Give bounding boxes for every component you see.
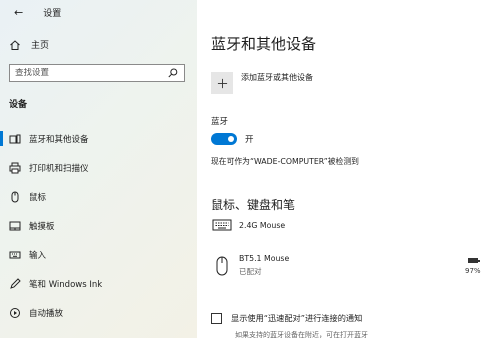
sidebar-item-label: 输入: [29, 250, 47, 261]
page-title: 蓝牙和其他设备: [211, 35, 317, 53]
touchpad-icon: [9, 220, 21, 232]
section-heading: 设备: [9, 100, 28, 110]
battery-icon: [467, 258, 480, 263]
home-label: 主页: [31, 41, 50, 51]
nav-list: 蓝牙和其他设备 打印机和扫描仪 鼠标 触摸板 输入 笔和 Windows Ink…: [0, 124, 197, 327]
swift-pair-label: 显示使用“迅速配对”进行连接的通知: [231, 313, 363, 323]
mouse-icon: [9, 191, 21, 203]
main-panel: 蓝牙和其他设备 添加蓝牙或其他设备 蓝牙 开 现在可作为“WADE-COMPUT…: [197, 0, 500, 339]
search-input[interactable]: [15, 68, 155, 78]
sidebar-item-pen[interactable]: 笔和 Windows Ink: [0, 269, 197, 298]
autoplay-icon: [9, 307, 21, 319]
battery-fill: [468, 259, 477, 262]
search-icon[interactable]: [167, 67, 179, 79]
sidebar-item-label: 蓝牙和其他设备: [29, 134, 89, 145]
toggle-knob: [228, 136, 234, 142]
device-status: 已配对: [239, 267, 262, 276]
sidebar-item-label: 自动播放: [29, 308, 64, 319]
window-title: 设置: [43, 9, 62, 19]
mouse-icon: [211, 256, 233, 276]
device-item-2-4g-mouse[interactable]: 2.4G Mouse: [211, 219, 285, 231]
add-device-button[interactable]: 添加蓝牙或其他设备: [211, 72, 313, 94]
bluetooth-toggle-row: 开: [211, 133, 254, 145]
sidebar-item-autoplay[interactable]: 自动播放: [0, 298, 197, 327]
battery-indicator: 97%: [465, 258, 481, 275]
home-icon: [9, 39, 21, 51]
swift-pair-description: 如果支持的蓝牙设备在附近，可在打开蓝牙: [235, 331, 368, 339]
bluetooth-toggle[interactable]: [211, 133, 237, 145]
back-arrow-icon[interactable]: ←: [14, 7, 23, 18]
home-link[interactable]: 主页: [9, 38, 49, 51]
window-title-bar: ← 设置: [14, 6, 61, 19]
battery-percent: 97%: [465, 267, 481, 275]
sidebar-item-label: 鼠标: [29, 192, 47, 203]
keyboard-icon: [9, 249, 21, 261]
search-box[interactable]: [9, 64, 185, 82]
sidebar-item-mouse[interactable]: 鼠标: [0, 182, 197, 211]
device-name: BT5.1 Mouse: [239, 254, 290, 263]
bluetooth-devices-icon: [9, 133, 21, 145]
sidebar-item-bluetooth[interactable]: 蓝牙和其他设备: [0, 124, 197, 153]
sidebar-item-printers[interactable]: 打印机和扫描仪: [0, 153, 197, 182]
sidebar-item-typing[interactable]: 输入: [0, 240, 197, 269]
add-device-label: 添加蓝牙或其他设备: [241, 72, 313, 82]
device-name: 2.4G Mouse: [239, 220, 286, 230]
plus-icon: [211, 72, 233, 94]
device-info: BT5.1 Mouse 已配对: [239, 254, 289, 277]
keyboard-icon: [211, 219, 233, 231]
battery-tip: [477, 260, 480, 262]
mouse-keyboard-pen-heading: 鼠标、键盘和笔: [211, 198, 296, 212]
toggle-state-label: 开: [245, 135, 254, 145]
sidebar-item-touchpad[interactable]: 触摸板: [0, 211, 197, 240]
printer-icon: [9, 162, 21, 174]
device-item-bt5-1-mouse[interactable]: BT5.1 Mouse 已配对: [211, 254, 289, 277]
sidebar-item-label: 笔和 Windows Ink: [29, 279, 103, 290]
sidebar-item-label: 触摸板: [29, 221, 55, 232]
bluetooth-label: 蓝牙: [211, 117, 229, 127]
discoverable-text: 现在可作为“WADE-COMPUTER”被检测到: [211, 157, 359, 166]
swift-pair-row[interactable]: 显示使用“迅速配对”进行连接的通知: [211, 312, 362, 324]
sidebar-item-label: 打印机和扫描仪: [29, 163, 89, 174]
pen-icon: [9, 277, 21, 290]
sidebar: ← 设置 主页 设备 蓝牙和其他设备 打印机和扫描仪: [0, 0, 197, 338]
swift-pair-checkbox[interactable]: [211, 312, 222, 324]
